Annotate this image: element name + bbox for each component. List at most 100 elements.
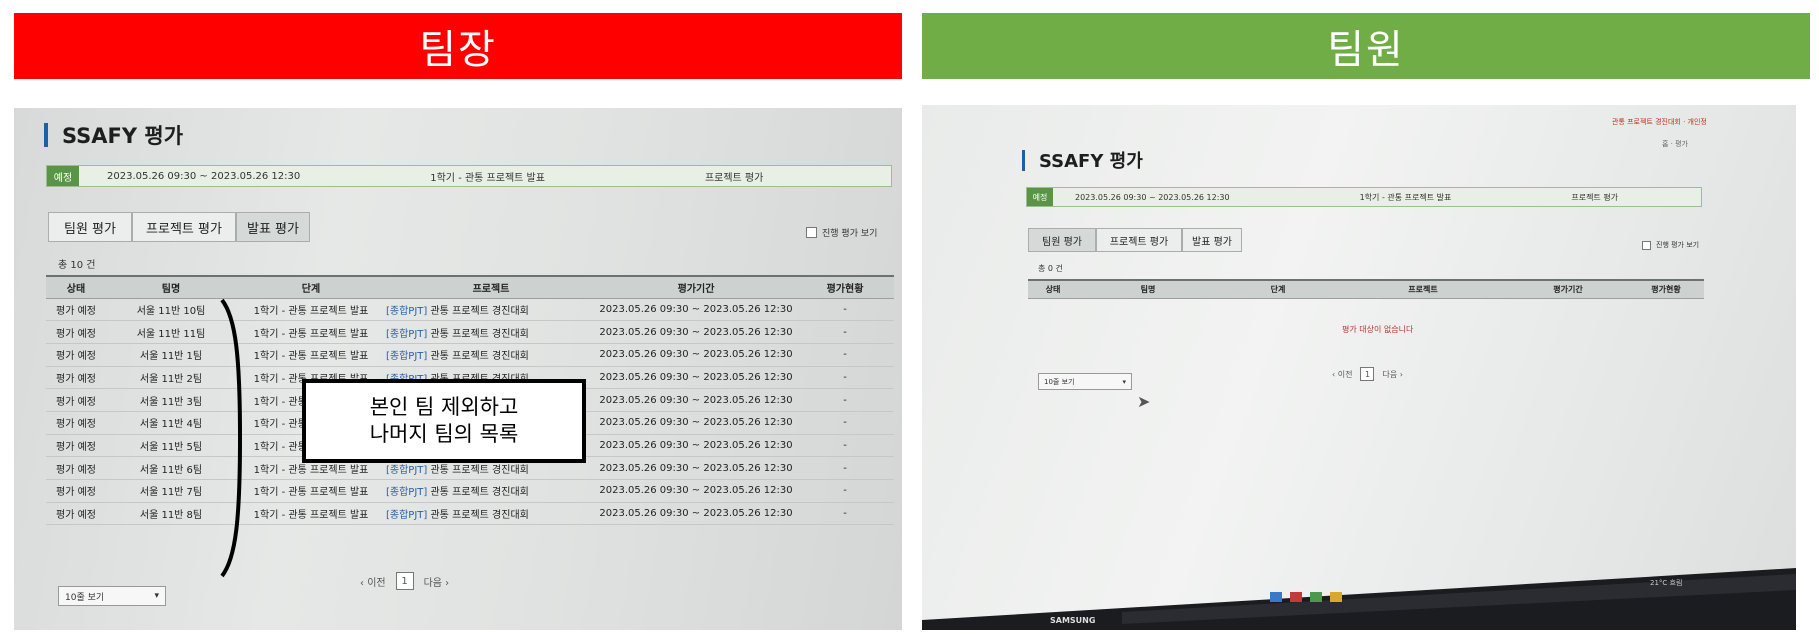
prev-label: 이전: [367, 577, 386, 589]
period-cell: 2023.05.26 09:30 ~ 2023.05.26 12:30: [596, 456, 796, 480]
status-cell: 평가 예정: [46, 434, 106, 458]
tray-weather: 21°C 흐림: [1650, 579, 1683, 587]
page-number-current[interactable]: 1: [1360, 367, 1375, 381]
table-row[interactable]: 평가 예정 서울 11반 10팀 1학기 - 관통 프로젝트 발표 [종합PJT] 관…: [46, 298, 894, 322]
chevron-down-icon: ▾: [154, 591, 159, 601]
eval-tabs: 팀원 평가 프로젝트 평가 발표 평가: [48, 212, 310, 242]
prev-label: 이전: [1337, 369, 1353, 379]
member-banner-label: 팀원: [1327, 27, 1405, 73]
tab-project-eval[interactable]: 프로젝트 평가: [1096, 228, 1182, 252]
project-name[interactable]: 관통 프로젝트 경진대회: [430, 510, 528, 521]
checkbox-box[interactable]: [1642, 240, 1651, 250]
tab-presentation-eval[interactable]: 발표 평가: [236, 212, 310, 242]
schedule-strip: 예정 2023.05.26 09:30 ~ 2023.05.26 12:30 1…: [1026, 187, 1702, 207]
status-cell: 평가 예정: [46, 343, 106, 367]
schedule-stage: 1학기 - 관통 프로젝트 발표: [430, 172, 545, 184]
status-cell: 평가 예정: [46, 388, 106, 412]
col-project[interactable]: 프로젝트: [386, 275, 596, 299]
page-title-text: SSAFY 평가: [62, 124, 184, 148]
project-cell[interactable]: [종합PJT] 관통 프로젝트 경진대회: [386, 298, 596, 322]
top-link[interactable]: 관통 프로젝트 경진대회 · 개인정: [1612, 117, 1707, 127]
page-number-current[interactable]: 1: [395, 572, 414, 590]
rows-per-page-select[interactable]: 10줄 보기 ▾: [58, 586, 166, 606]
tab-project-eval[interactable]: 프로젝트 평가: [132, 212, 236, 242]
prev-page-link[interactable]: ‹ 이전: [360, 574, 386, 589]
col-eval-state[interactable]: 평가현황: [1628, 279, 1704, 299]
rows-select-value: 10줄 보기: [65, 592, 105, 603]
project-cell[interactable]: [종합PJT] 관통 프로젝트 경진대회: [386, 502, 596, 526]
col-team[interactable]: 팀명: [1078, 279, 1218, 299]
col-eval-state[interactable]: 평가현황: [796, 275, 894, 299]
page-title-text: SSAFY 평가: [1039, 151, 1143, 172]
col-stage[interactable]: 단계: [1218, 279, 1338, 299]
title-accent-bar: [1022, 149, 1025, 171]
table-header-row: 상태 팀명 단계 프로젝트 평가기간 평가현황: [1028, 279, 1704, 299]
period-cell: 2023.05.26 09:30 ~ 2023.05.26 12:30: [596, 320, 796, 344]
status-cell: 평가 예정: [46, 502, 106, 526]
col-status[interactable]: 상태: [46, 275, 106, 299]
rows-per-page-select[interactable]: 10줄 보기 ▾: [1038, 373, 1132, 390]
period-cell: 2023.05.26 09:30 ~ 2023.05.26 12:30: [596, 388, 796, 412]
status-cell: 평가 예정: [46, 320, 106, 344]
project-name[interactable]: 관통 프로젝트 경진대회: [430, 351, 528, 362]
eval-state-cell: -: [796, 298, 894, 322]
project-cell[interactable]: [종합PJT] 관통 프로젝트 경진대회: [386, 320, 596, 344]
evaluation-table: 상태 팀명 단계 프로젝트 평가기간 평가현황: [1028, 279, 1704, 299]
tab-member-eval[interactable]: 팀원 평가: [1028, 228, 1096, 252]
prev-page-link[interactable]: ‹ 이전: [1332, 369, 1352, 380]
table-row[interactable]: 평가 예정 서울 11반 1팀 1학기 - 관통 프로젝트 발표 [종합PJT] 관통…: [46, 343, 894, 367]
pagination: ‹ 이전 1 다음 ›: [360, 572, 449, 590]
app-icon[interactable]: [1270, 592, 1282, 602]
stage-cell: 1학기 - 관통 프로젝트 발표: [236, 298, 386, 322]
project-tag: [종합PJT]: [386, 305, 428, 317]
tab-presentation-eval[interactable]: 발표 평가: [1182, 228, 1242, 252]
stage-cell: 1학기 - 관통 프로젝트 발표: [236, 502, 386, 526]
period-cell: 2023.05.26 09:30 ~ 2023.05.26 12:30: [596, 434, 796, 458]
progress-eval-checkbox[interactable]: 진행 평가 보기: [1642, 240, 1699, 250]
pagination: ‹ 이전 1 다음 ›: [1332, 367, 1403, 381]
table-row[interactable]: 평가 예정 서울 11반 11팀 1학기 - 관통 프로젝트 발표 [종합PJT] 관…: [46, 320, 894, 344]
col-project[interactable]: 프로젝트: [1338, 279, 1508, 299]
app-icon[interactable]: [1330, 592, 1342, 602]
progress-eval-checkbox[interactable]: 진행 평가 보기: [806, 226, 877, 239]
schedule-category: 프로젝트 평가: [704, 172, 764, 184]
project-name[interactable]: 관통 프로젝트 경진대회: [430, 465, 528, 476]
status-badge: 예정: [47, 166, 79, 186]
schedule-period: 2023.05.26 09:30 ~ 2023.05.26 12:30: [107, 170, 301, 182]
checkbox-box[interactable]: [806, 227, 817, 238]
project-tag: [종합PJT]: [386, 328, 428, 340]
table-row[interactable]: 평가 예정 서울 11반 7팀 1학기 - 관통 프로젝트 발표 [종합PJT] 관통…: [46, 479, 894, 503]
taskbar-icons: [1270, 592, 1342, 602]
rows-select-value: 10줄 보기: [1044, 377, 1075, 386]
result-count: 총 10 건: [58, 260, 96, 271]
col-period[interactable]: 평가기간: [596, 275, 796, 299]
schedule-strip: 예정 2023.05.26 09:30 ~ 2023.05.26 12:30 1…: [46, 165, 892, 187]
col-status[interactable]: 상태: [1028, 279, 1078, 299]
period-cell: 2023.05.26 09:30 ~ 2023.05.26 12:30: [596, 343, 796, 367]
col-team[interactable]: 팀명: [106, 275, 236, 299]
project-name[interactable]: 관통 프로젝트 경진대회: [430, 306, 528, 317]
period-cell: 2023.05.26 09:30 ~ 2023.05.26 12:30: [596, 366, 796, 390]
project-tag: [종합PJT]: [386, 464, 428, 476]
eval-state-cell: -: [796, 411, 894, 435]
stage-cell: 1학기 - 관통 프로젝트 발표: [236, 479, 386, 503]
status-badge: 예정: [1027, 188, 1053, 206]
next-page-link[interactable]: 다음 ›: [424, 574, 450, 589]
project-name[interactable]: 관통 프로젝트 경진대회: [430, 329, 528, 340]
eval-tabs: 팀원 평가 프로젝트 평가 발표 평가: [1028, 228, 1242, 252]
project-cell[interactable]: [종합PJT] 관통 프로젝트 경진대회: [386, 479, 596, 503]
monitor-brand: SAMSUNG: [1050, 616, 1096, 625]
col-period[interactable]: 평가기간: [1508, 279, 1628, 299]
app-icon[interactable]: [1310, 592, 1322, 602]
project-cell[interactable]: [종합PJT] 관통 프로젝트 경진대회: [386, 343, 596, 367]
title-accent-bar: [44, 123, 48, 147]
schedule-period: 2023.05.26 09:30 ~ 2023.05.26 12:30: [1075, 192, 1230, 202]
next-page-link[interactable]: 다음 ›: [1382, 369, 1402, 380]
app-icon[interactable]: [1290, 592, 1302, 602]
table-row[interactable]: 평가 예정 서울 11반 8팀 1학기 - 관통 프로젝트 발표 [종합PJT] 관통…: [46, 502, 894, 526]
period-cell: 2023.05.26 09:30 ~ 2023.05.26 12:30: [596, 411, 796, 435]
project-name[interactable]: 관통 프로젝트 경진대회: [430, 487, 528, 498]
col-stage[interactable]: 단계: [236, 275, 386, 299]
period-cell: 2023.05.26 09:30 ~ 2023.05.26 12:30: [596, 479, 796, 503]
tab-member-eval[interactable]: 팀원 평가: [48, 212, 132, 242]
